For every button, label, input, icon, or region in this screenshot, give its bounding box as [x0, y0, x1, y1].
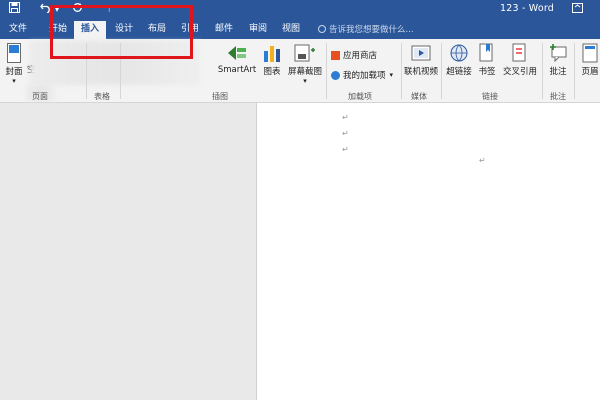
- tell-me-placeholder: 告诉我您想要做什么...: [329, 25, 414, 35]
- tell-me-search[interactable]: 告诉我您想要做什么...: [318, 23, 414, 35]
- document-page[interactable]: ↵ ↵ ↵ ↵: [256, 103, 600, 400]
- paragraph-mark: ↵: [342, 129, 349, 138]
- group-label-comments: 批注: [550, 92, 566, 101]
- paragraph-mark: ↵: [342, 145, 349, 154]
- lightbulb-icon: [318, 25, 326, 33]
- group-divider: [441, 43, 442, 99]
- my-addins-label: 我的加载项: [343, 71, 386, 81]
- new-comment-icon: [550, 44, 567, 63]
- chart-label: 图表: [263, 67, 281, 77]
- group-label-pages: 页面: [32, 92, 48, 101]
- my-addins-dropdown-icon: ▾: [389, 71, 394, 79]
- bookmark-button[interactable]: 书签: [476, 43, 498, 77]
- tab-file[interactable]: 文件: [9, 23, 27, 36]
- cross-reference-icon: [512, 43, 526, 62]
- paragraph-mark: ↵: [342, 113, 349, 122]
- screenshot-icon: [294, 44, 315, 62]
- my-addins-icon: [331, 70, 340, 80]
- document-area: ↵ ↵ ↵ ↵: [0, 103, 600, 400]
- screenshot-dropdown-icon: ▾: [303, 77, 307, 85]
- online-video-label: 联机视频: [403, 67, 438, 77]
- online-video-button[interactable]: 联机视频: [403, 43, 439, 77]
- online-video-icon: [411, 45, 431, 61]
- ribbon-display-options-icon[interactable]: [572, 3, 583, 16]
- cross-reference-button[interactable]: 交叉引用: [500, 43, 540, 77]
- group-label-tables: 表格: [94, 92, 110, 101]
- comment-button[interactable]: 批注: [546, 43, 570, 77]
- group-divider: [542, 43, 543, 99]
- hyperlink-icon: [450, 44, 468, 62]
- header-icon: [582, 43, 598, 63]
- ribbon-insert: 封面 ▾ 空 页面 表格 SmartArt 图表 屏幕截图 ▾ 插图 应用商店 …: [0, 5, 600, 103]
- save-icon[interactable]: [9, 2, 20, 18]
- tab-view[interactable]: 视图: [282, 23, 300, 36]
- screenshot-label: 屏幕截图: [287, 67, 322, 77]
- cover-page-icon: [7, 43, 21, 63]
- store-button[interactable]: 应用商店: [331, 49, 377, 61]
- highlight-box: [50, 5, 193, 59]
- group-label-links: 链接: [482, 92, 498, 101]
- header-button[interactable]: 页眉: [580, 43, 600, 77]
- my-addins-button[interactable]: 我的加载项 ▾: [331, 69, 393, 81]
- group-divider: [401, 43, 402, 99]
- document-title: 123 - Word: [500, 3, 555, 14]
- bookmark-label: 书签: [478, 67, 496, 77]
- group-label-illustrations: 插图: [212, 92, 228, 101]
- store-icon: [331, 50, 340, 60]
- tab-mailings[interactable]: 邮件: [215, 23, 233, 36]
- group-label-addins: 加载项: [348, 92, 372, 101]
- smartart-label: SmartArt: [217, 65, 257, 75]
- hyperlink-button[interactable]: 超链接: [445, 43, 473, 77]
- bookmark-icon: [479, 43, 493, 62]
- store-label: 应用商店: [343, 51, 378, 61]
- screenshot-button[interactable]: 屏幕截图 ▾: [286, 43, 324, 85]
- header-label: 页眉: [581, 67, 599, 77]
- group-label-media: 媒体: [411, 92, 427, 101]
- group-divider: [574, 43, 575, 99]
- smartart-button[interactable]: SmartArt: [216, 43, 258, 75]
- chart-button[interactable]: 图表: [260, 43, 284, 77]
- tab-review[interactable]: 审阅: [249, 23, 267, 36]
- group-divider: [326, 43, 327, 99]
- cover-page-label: 封面: [5, 67, 23, 77]
- paragraph-mark: ↵: [479, 156, 486, 165]
- comment-label: 批注: [549, 67, 567, 77]
- cover-page-button[interactable]: 封面 ▾: [3, 43, 25, 85]
- cross-reference-label: 交叉引用: [502, 67, 537, 77]
- cover-page-dropdown-icon: ▾: [12, 77, 16, 85]
- smartart-icon: [228, 46, 246, 60]
- chart-icon: [264, 46, 280, 62]
- hyperlink-label: 超链接: [446, 67, 472, 77]
